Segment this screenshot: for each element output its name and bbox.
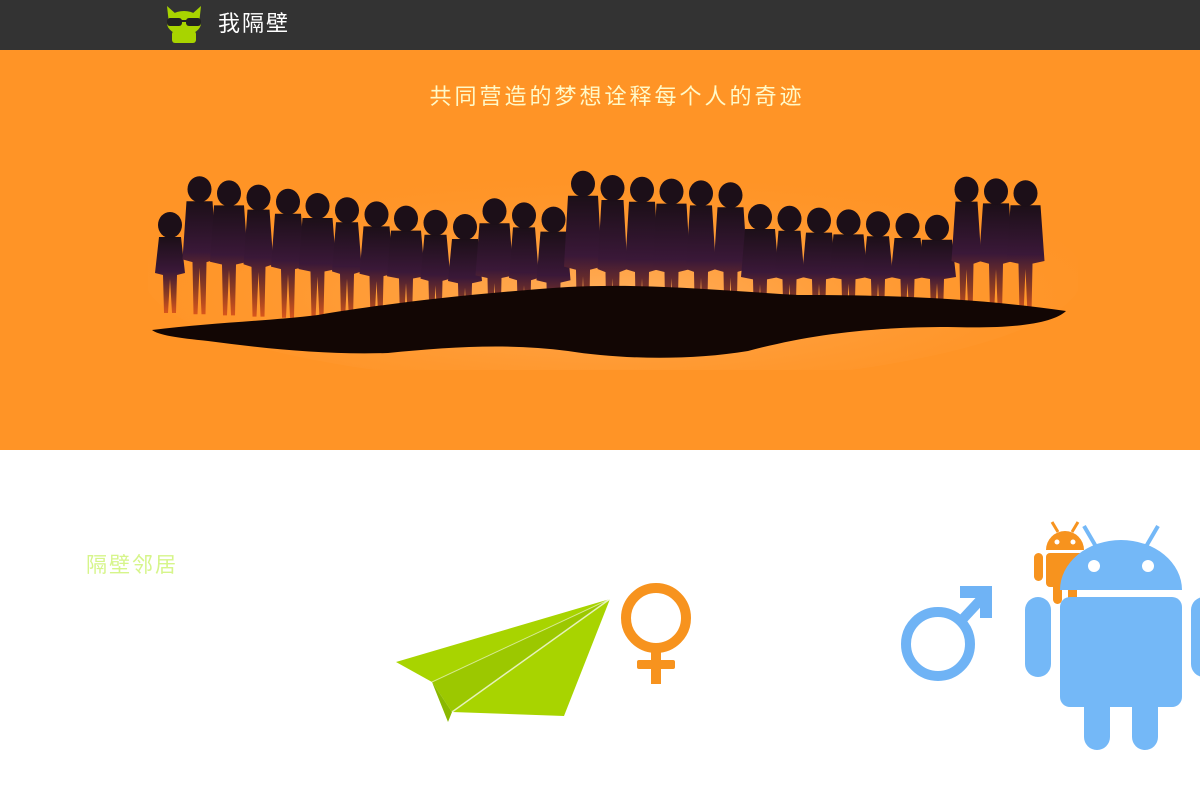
crowd-silhouette-illustration (148, 165, 1078, 370)
brand-name[interactable]: 我隔壁 (218, 10, 290, 40)
top-nav-bar: 我隔壁 (0, 0, 1200, 50)
android-icon (1025, 524, 1200, 750)
section-title: 隔壁邻居 (86, 553, 178, 577)
paper-plane-icon (396, 598, 611, 722)
female-symbol-icon (621, 583, 691, 684)
hero-slogan: 共同营造的梦想诠释每个人的奇迹 (429, 85, 805, 110)
male-symbol-icon (901, 586, 992, 681)
sunglasses-cat-icon[interactable] (163, 4, 205, 44)
